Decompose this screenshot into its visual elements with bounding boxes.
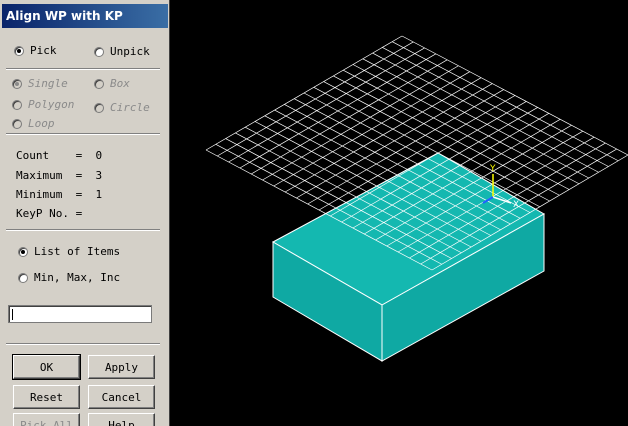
keyp-number-readout: KeyP No. = <box>16 207 83 220</box>
separator <box>6 133 160 135</box>
loop-radio[interactable]: Loop <box>12 117 55 130</box>
loop-radio-icon <box>12 118 22 129</box>
unpick-radio[interactable]: Unpick <box>94 45 150 58</box>
box-radio-icon <box>94 78 104 89</box>
grid-line <box>392 41 619 162</box>
list-of-items-label: List of Items <box>34 245 121 258</box>
pick-label: Pick <box>30 44 57 57</box>
dialog-title: Align WP with KP <box>2 4 168 28</box>
pick-radio-icon <box>14 45 24 56</box>
grid-line <box>382 47 609 167</box>
separator <box>6 68 160 70</box>
separator <box>6 229 160 231</box>
apply-button[interactable]: Apply <box>88 355 155 379</box>
box-label: Box <box>110 77 130 90</box>
polygon-radio-icon <box>12 99 22 110</box>
single-radio[interactable]: Single <box>12 77 68 90</box>
min-max-inc-radio[interactable]: Min, Max, Inc <box>18 271 120 284</box>
grid-line <box>401 35 628 156</box>
text-caret <box>12 309 13 320</box>
workplane-y-label: Y <box>489 164 496 174</box>
unpick-label: Unpick <box>110 45 150 58</box>
min-max-inc-label: Min, Max, Inc <box>34 271 121 284</box>
circle-radio[interactable]: Circle <box>94 101 150 114</box>
maximum-readout: Maximum = 3 <box>16 169 103 182</box>
pick-radio[interactable]: Pick <box>14 44 57 57</box>
unpick-radio-icon <box>94 46 104 57</box>
graphics-viewport[interactable]: YX <box>170 0 628 426</box>
single-radio-icon <box>12 78 22 89</box>
align-wp-dialog: Align WP with KP Pick Unpick Single Box … <box>0 0 170 426</box>
polygon-radio[interactable]: Polygon <box>12 98 74 111</box>
help-button[interactable]: Help <box>88 413 155 426</box>
entry-input[interactable] <box>8 305 152 323</box>
pick-all-button[interactable]: Pick All <box>13 413 80 426</box>
circle-label: Circle <box>110 101 150 114</box>
workplane-x-label: X <box>513 200 519 210</box>
loop-label: Loop <box>28 117 55 130</box>
model-scene[interactable]: YX <box>170 0 628 426</box>
reset-button[interactable]: Reset <box>13 385 80 409</box>
list-of-items-radio[interactable]: List of Items <box>18 245 120 258</box>
cancel-button[interactable]: Cancel <box>88 385 155 409</box>
polygon-label: Polygon <box>28 98 75 111</box>
circle-radio-icon <box>94 102 104 113</box>
ok-button[interactable]: OK <box>12 354 81 380</box>
separator <box>6 343 160 345</box>
list-of-items-radio-icon <box>18 246 28 257</box>
minimum-readout: Minimum = 1 <box>16 188 103 201</box>
count-readout: Count = 0 <box>16 149 103 162</box>
box-radio[interactable]: Box <box>94 77 130 90</box>
min-max-inc-radio-icon <box>18 272 28 283</box>
single-label: Single <box>28 77 68 90</box>
